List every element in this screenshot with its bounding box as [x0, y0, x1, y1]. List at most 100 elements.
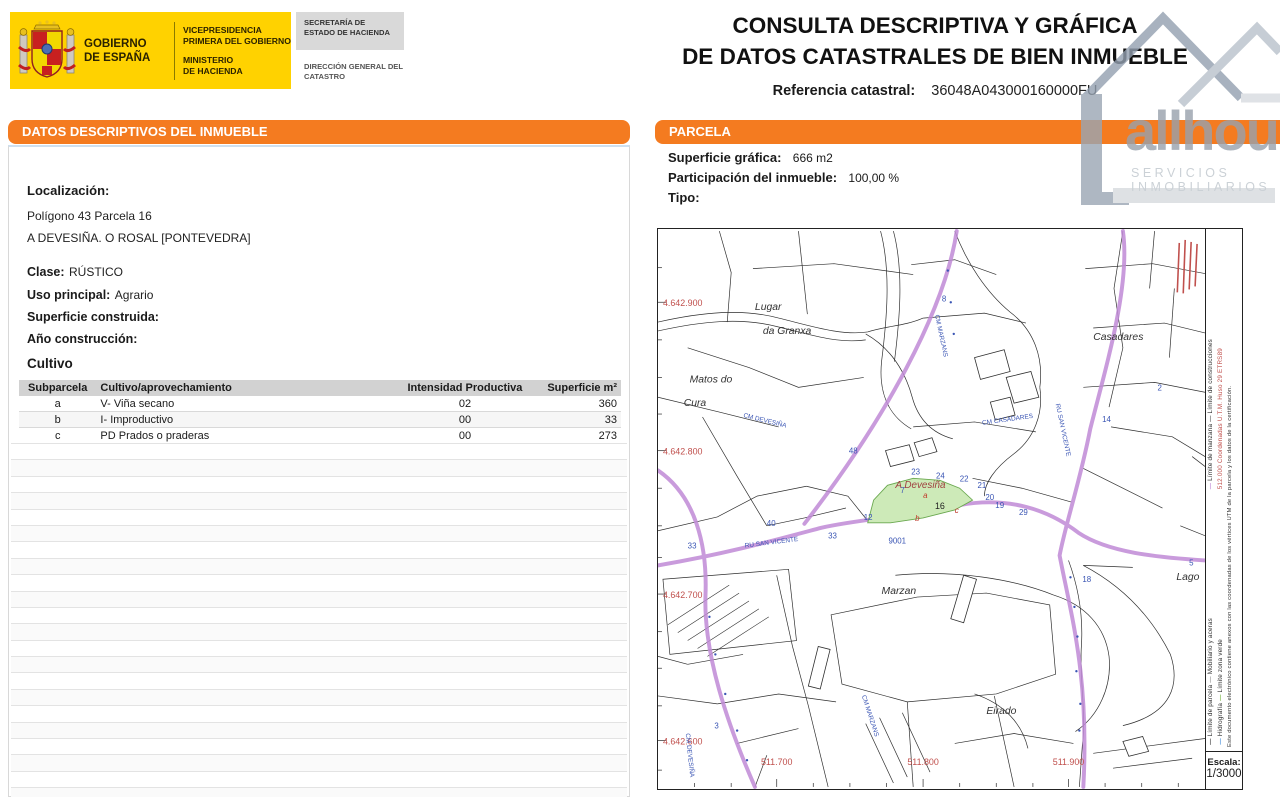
legend-items-line-2: — Hidrografía — Límite zona verde [1217, 639, 1224, 745]
direccion-general-catastro-label: DIRECCIÓN GENERAL DEL CATASTRO [304, 62, 414, 81]
parcel-number: 33 [828, 532, 837, 541]
empty-row [11, 722, 627, 738]
title-line-2: DE DATOS CATASTRALES DE BIEN INMUEBLE [650, 41, 1220, 72]
column-header-cultivo: Cultivo/aprovechamiento [96, 380, 395, 396]
table-cell: 33 [534, 412, 621, 428]
empty-row [11, 689, 627, 705]
empty-row [11, 509, 627, 525]
datos-descriptivos-panel: Localización: Polígono 43 Parcela 16 A D… [8, 145, 630, 797]
parcel-number: 22 [960, 474, 969, 483]
cadastral-document-page: GOBIERNO DE ESPAÑA VICEPRESIDENCIA PRIME… [0, 0, 1280, 797]
table-cell: V- Viña secano [96, 396, 395, 412]
parcel-number: 14 [1102, 415, 1111, 424]
participacion-row: Participación del inmueble: 100,00 % [668, 170, 1228, 185]
legend-swatch: — [1207, 674, 1214, 682]
subparcel-a: a [923, 491, 928, 500]
clase-label: Clase: [27, 265, 65, 279]
referencia-catastral-label: Referencia catastral: [773, 83, 916, 99]
section-header-parcela: PARCELA [655, 120, 1280, 144]
parcel-number: 29 [1019, 508, 1028, 517]
gobierno-de-espana-label: GOBIERNO DE ESPAÑA [84, 37, 168, 65]
parcela-panel: Superficie gráfica: 666 m2 Participación… [668, 150, 1228, 210]
table-row: bI- Improductivo0033 [19, 412, 621, 428]
parcel-number: 5 [1189, 558, 1194, 567]
legend-item-label: Límite de manzana [1207, 422, 1214, 481]
parcel-number: 23 [911, 467, 920, 476]
superficie-construida-row: Superficie construida: [27, 308, 159, 326]
label-lugar: Lugar [755, 302, 782, 313]
localizacion-line2: A DEVESIÑA. O ROSAL [PONTEVEDRA] [27, 231, 251, 245]
table-cell: I- Improductivo [96, 412, 395, 428]
cultivo-title: Cultivo [27, 356, 73, 371]
road-name: CM MARZANS [933, 314, 949, 358]
section-header-datos-descriptivos: DATOS DESCRIPTIVOS DEL INMUEBLE [8, 120, 630, 144]
table-cell: 00 [396, 412, 535, 428]
localizacion-label: Localización: [27, 183, 109, 198]
parcel-number: 3 [714, 722, 719, 731]
empty-row [11, 459, 627, 475]
table-cell: PD Prados o praderas [96, 428, 395, 444]
parcel-number: 19 [995, 501, 1004, 510]
legend-swatch: — [1217, 737, 1224, 745]
clase-value: RÚSTICO [69, 265, 123, 279]
column-header-subparcela: Subparcela [19, 380, 96, 396]
legend-item-label: Límite zona verde [1217, 639, 1224, 692]
empty-row [11, 558, 627, 574]
road-name: RU SAN VICENTE [1054, 403, 1072, 457]
empty-row [11, 640, 627, 656]
uso-principal-value: Agrario [115, 288, 154, 302]
parcel-number: 40 [767, 519, 776, 528]
legend-swatch: — [1207, 737, 1214, 745]
label-eirado: Eirado [986, 706, 1016, 717]
parcel-number: 8 [942, 294, 947, 303]
participacion-value: 100,00 % [848, 171, 899, 185]
empty-row [11, 541, 627, 557]
superficie-construida-label: Superficie construida: [27, 310, 159, 324]
coord-left-1: 4.642.900 [663, 298, 703, 308]
empty-row [11, 607, 627, 623]
uso-principal-label: Uso principal: [27, 288, 110, 302]
coord-bottom-3: 511.900 [1053, 757, 1085, 767]
parcel-number: 21 [977, 481, 986, 490]
empty-row [11, 574, 627, 590]
empty-row [11, 443, 627, 459]
legend-items-line-3: — Límite de manzana — Límite de construc… [1207, 339, 1214, 489]
column-header-superficie: Superficie m² [534, 380, 621, 396]
cadastral-map: 4.642.900 4.642.800 4.642.700 4.642.600 … [657, 228, 1243, 790]
empty-row [11, 591, 627, 607]
label-lago: Lago [1176, 572, 1199, 583]
clase-row: Clase: RÚSTICO [27, 263, 123, 281]
parcel-16-label: 16 [935, 501, 945, 511]
table-cell: 00 [396, 428, 535, 444]
table-cell: b [19, 412, 96, 428]
coord-bottom-1: 511.700 [761, 757, 793, 767]
escala-label: Escala: [1206, 757, 1242, 768]
parcel-number: 2 [1158, 383, 1162, 392]
coord-left-4: 4.642.600 [663, 736, 703, 746]
parcel-number: 18 [1082, 575, 1091, 584]
legend-item-label: Límite de construcciones [1207, 339, 1214, 413]
coord-left-2: 4.642.800 [663, 447, 703, 457]
column-header-intensidad: Intensidad Productiva [396, 380, 535, 396]
document-title: CONSULTA DESCRIPTIVA Y GRÁFICA DE DATOS … [650, 10, 1220, 99]
localizacion-line1: Polígono 43 Parcela 16 [27, 209, 152, 223]
table-cell: 360 [534, 396, 621, 412]
escala-value: 1/3000 [1206, 768, 1242, 780]
legend-disclaimer: Este documento electrónico contiene anex… [1227, 233, 1240, 747]
table-row: cPD Prados o praderas00273 [19, 428, 621, 444]
cultivo-table-header-row: Subparcela Cultivo/aprovechamiento Inten… [19, 380, 621, 396]
table-cell: c [19, 428, 96, 444]
road-name: CM DEVESIÑA [743, 410, 789, 430]
coord-left-3: 4.642.700 [663, 590, 703, 600]
ano-construccion-row: Año construcción: [27, 330, 137, 348]
label-cura: Cura [684, 398, 707, 409]
legend-swatch: — [1207, 413, 1214, 421]
empty-row [11, 672, 627, 688]
red-hatch-symbol [1177, 240, 1197, 293]
legend-item-label: Límite de parcela [1207, 683, 1214, 737]
map-legend: — Límite de parcela — Mobiliario y acera… [1205, 228, 1243, 752]
parcel-number: 48 [849, 447, 858, 456]
legend-item-label: Hidrografía [1217, 701, 1224, 736]
map-scale-box: Escala: 1/3000 [1205, 751, 1243, 790]
logo-divider [174, 22, 175, 80]
